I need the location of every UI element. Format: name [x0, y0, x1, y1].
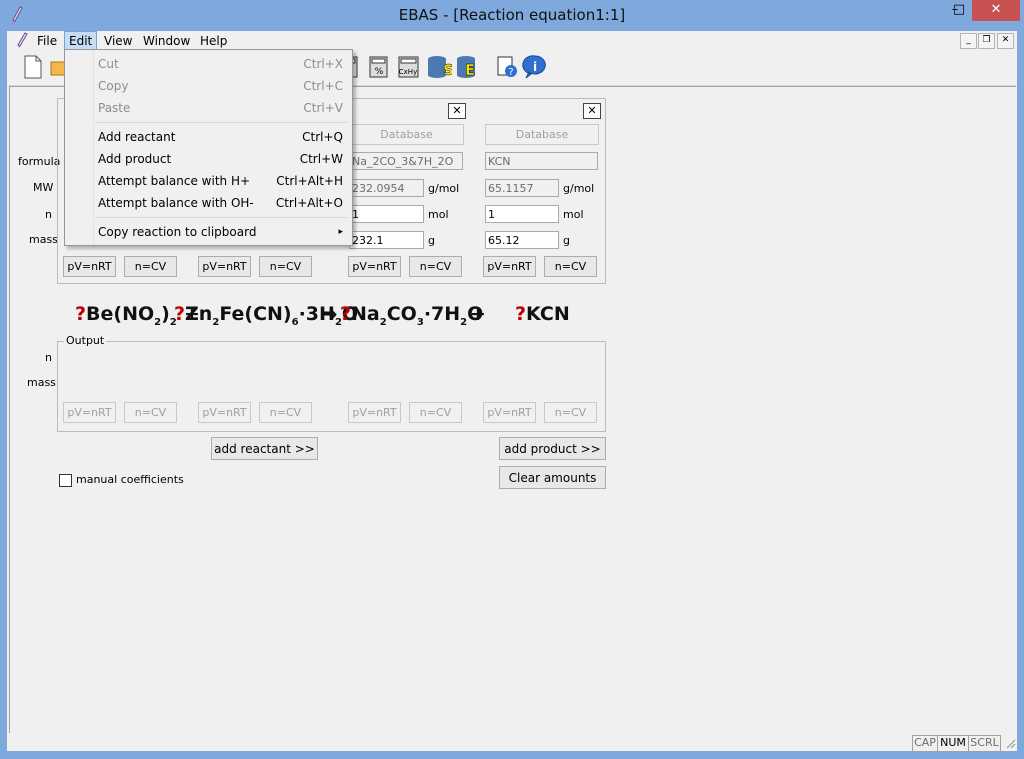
- mass-field-4[interactable]: 65.12: [485, 231, 559, 249]
- clear-amounts-button[interactable]: Clear amounts: [499, 466, 606, 489]
- mw-field-3: 232.0954: [349, 179, 424, 197]
- cv-button-1[interactable]: n=CV: [124, 256, 177, 277]
- svg-text:CxHy: CxHy: [399, 68, 417, 76]
- n-field-4[interactable]: 1: [485, 205, 559, 223]
- svg-text:i: i: [533, 60, 537, 74]
- mw-label: MW: [33, 181, 54, 194]
- submenu-arrow-icon: ▸: [338, 227, 343, 237]
- output-cv-button-4[interactable]: n=CV: [544, 402, 597, 423]
- remove-compound-4-button[interactable]: ✕: [583, 103, 601, 119]
- mdi-close-button[interactable]: ✕: [997, 33, 1014, 49]
- formula-field-4[interactable]: KCN: [485, 152, 598, 170]
- menu-item-balance-h[interactable]: Attempt balance with H+ Ctrl+Alt+H: [98, 170, 343, 192]
- menu-item-cut[interactable]: Cut Ctrl+X: [98, 53, 343, 75]
- mdi-restore-button[interactable]: ❐: [978, 33, 995, 49]
- output-n-label: n: [45, 351, 52, 364]
- database-e-icon[interactable]: E: [455, 53, 481, 81]
- output-legend: Output: [64, 334, 107, 347]
- n-unit-3: mol: [428, 208, 449, 221]
- mdi-minimize-button[interactable]: _: [960, 33, 977, 49]
- database-s-icon[interactable]: S: [426, 53, 454, 81]
- mass-label: mass: [29, 233, 58, 246]
- reaction-plus-2: +: [470, 303, 486, 325]
- status-scrl: SCRL: [968, 735, 1001, 752]
- output-cv-button-3[interactable]: n=CV: [409, 402, 462, 423]
- output-cv-button-2[interactable]: n=CV: [259, 402, 312, 423]
- percent-calculator-icon[interactable]: %: [366, 53, 392, 81]
- formula-field-3[interactable]: Na_2CO_3&7H_2O: [349, 152, 463, 170]
- menu-gutter: [65, 50, 94, 245]
- compound-3-formula[interactable]: ?Na2CO3·7H2O: [340, 303, 483, 328]
- mw-unit-3: g/mol: [428, 182, 460, 195]
- mw-field-4: 65.1157: [485, 179, 559, 197]
- status-cap: CAP: [912, 735, 938, 752]
- menu-edit[interactable]: Edit: [64, 31, 98, 51]
- menu-view[interactable]: View: [100, 33, 136, 50]
- mw-unit-4: g/mol: [563, 182, 595, 195]
- edit-menu-dropdown: Cut Ctrl+X Copy Ctrl+C Paste Ctrl+V Add rea…: [64, 49, 353, 246]
- svg-text:?: ?: [508, 67, 513, 78]
- output-pv-button-1[interactable]: pV=nRT: [63, 402, 116, 423]
- compound-4-formula[interactable]: ?KCN: [515, 303, 570, 325]
- doc-icon: [14, 32, 30, 49]
- resize-grip-icon[interactable]: [1004, 737, 1016, 749]
- menu-separator: [95, 217, 347, 218]
- new-document-icon[interactable]: [20, 53, 46, 81]
- database-button-3[interactable]: Database: [349, 124, 464, 145]
- pv-button-4[interactable]: pV=nRT: [483, 256, 536, 277]
- svg-text:S: S: [443, 61, 452, 79]
- output-pv-button-3[interactable]: pV=nRT: [348, 402, 401, 423]
- status-bar: [7, 733, 1017, 751]
- pv-button-1[interactable]: pV=nRT: [63, 256, 116, 277]
- menu-item-balance-oh[interactable]: Attempt balance with OH- Ctrl+Alt+O: [98, 192, 343, 214]
- add-product-button[interactable]: add product >>: [499, 437, 606, 460]
- menu-item-copy-reaction[interactable]: Copy reaction to clipboard ▸: [98, 221, 343, 243]
- cv-button-4[interactable]: n=CV: [544, 256, 597, 277]
- reaction-arrow: →: [323, 305, 338, 325]
- cv-button-3[interactable]: n=CV: [409, 256, 462, 277]
- output-mass-label: mass: [27, 376, 56, 389]
- manual-coefficients-checkbox[interactable]: [59, 474, 72, 487]
- window-title: EBAS - [Reaction equation1:1]: [398, 6, 626, 24]
- pv-button-3[interactable]: pV=nRT: [348, 256, 401, 277]
- output-cv-button-1[interactable]: n=CV: [124, 402, 177, 423]
- menu-item-add-reactant[interactable]: Add reactant Ctrl+Q: [98, 126, 343, 148]
- menu-file[interactable]: File: [33, 33, 61, 50]
- output-pv-button-4[interactable]: pV=nRT: [483, 402, 536, 423]
- add-reactant-button[interactable]: add reactant >>: [211, 437, 318, 460]
- mass-unit-4: g: [563, 234, 570, 247]
- compound-1-formula[interactable]: ?Be(NO2)2: [75, 303, 177, 328]
- help-document-icon[interactable]: ?: [494, 53, 520, 81]
- n-label: n: [45, 208, 52, 221]
- menu-item-copy[interactable]: Copy Ctrl+C: [98, 75, 343, 97]
- formula-label: formula: [18, 155, 61, 168]
- n-unit-4: mol: [563, 208, 584, 221]
- remove-compound-3-button[interactable]: ✕: [448, 103, 466, 119]
- menu-help[interactable]: Help: [196, 33, 231, 50]
- menu-item-paste[interactable]: Paste Ctrl+V: [98, 97, 343, 119]
- pv-button-2[interactable]: pV=nRT: [198, 256, 251, 277]
- status-num: NUM: [937, 735, 969, 752]
- output-pv-button-2[interactable]: pV=nRT: [198, 402, 251, 423]
- n-field-3[interactable]: 1: [349, 205, 424, 223]
- mass-field-3[interactable]: 232.1: [349, 231, 424, 249]
- cv-button-2[interactable]: n=CV: [259, 256, 312, 277]
- mass-unit-3: g: [428, 234, 435, 247]
- close-button[interactable]: ✕: [972, 0, 1020, 21]
- menu-item-add-product[interactable]: Add product Ctrl+W: [98, 148, 343, 170]
- svg-text:%: %: [375, 67, 384, 77]
- svg-text:E: E: [465, 61, 475, 79]
- database-button-4[interactable]: Database: [485, 124, 599, 145]
- menu-separator: [95, 122, 347, 123]
- formula-calculator-icon[interactable]: CxHy: [396, 53, 422, 81]
- info-icon[interactable]: i: [522, 53, 548, 81]
- maximize-button[interactable]: □: [946, 0, 972, 21]
- menu-window[interactable]: Window: [139, 33, 194, 50]
- manual-coefficients-label[interactable]: manual coefficients: [76, 473, 184, 486]
